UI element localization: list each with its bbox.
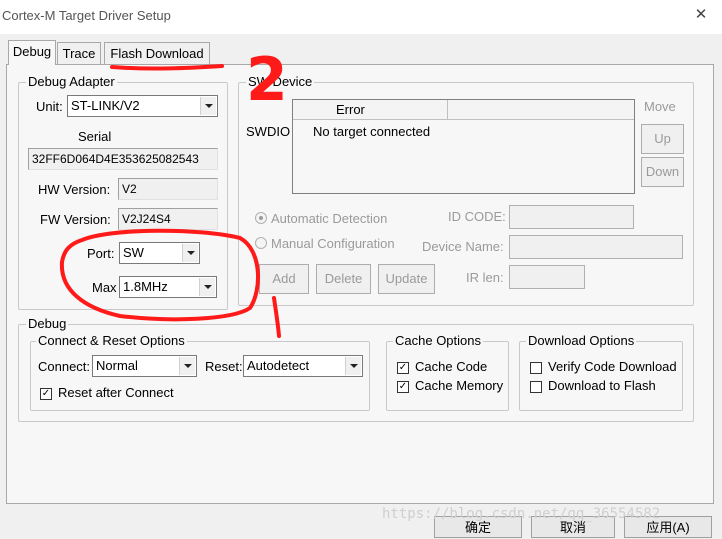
chevron-down-icon	[200, 97, 216, 115]
serial-field: 32FF6D064D4E353625082543	[28, 148, 218, 170]
max-clock-label: Max	[92, 280, 117, 295]
serial-label: Serial	[78, 129, 112, 144]
delete-button[interactable]: Delete	[316, 264, 371, 294]
serial-value: 32FF6D064D4E353625082543	[32, 152, 199, 166]
add-button[interactable]: Add	[259, 264, 309, 294]
up-button[interactable]: Up	[641, 124, 684, 154]
sw-device-label: SW Device	[246, 74, 315, 89]
reset-label: Reset:	[205, 359, 243, 374]
download-options-label: Download Options	[526, 333, 637, 348]
device-name-field[interactable]	[509, 235, 683, 259]
swdio-label: SWDIO	[246, 124, 291, 139]
connect-label: Connect:	[38, 359, 91, 374]
sw-device-table[interactable]: Error No target connected	[292, 99, 635, 194]
hw-version-label: HW Version:	[38, 182, 111, 197]
tab-debug[interactable]: Debug	[8, 40, 56, 65]
port-select[interactable]: SW	[119, 242, 200, 264]
cache-options-label: Cache Options	[393, 333, 483, 348]
reset-value: Autodetect	[247, 358, 310, 373]
id-code-field[interactable]	[509, 205, 634, 229]
reset-select[interactable]: Autodetect	[243, 355, 363, 377]
chevron-down-icon	[179, 357, 195, 375]
unit-select[interactable]: ST-LINK/V2	[67, 95, 218, 117]
reset-after-connect-label: Reset after Connect	[58, 385, 174, 400]
tab-flash-download[interactable]: Flash Download	[104, 42, 210, 64]
cache-memory-label: Cache Memory	[415, 378, 504, 393]
update-button[interactable]: Update	[378, 264, 435, 294]
device-name-label: Device Name:	[422, 239, 504, 254]
watermark: https://blog.csdn.net/qq_36554582	[382, 506, 661, 522]
ir-len-label: IR len:	[466, 270, 504, 285]
table-row[interactable]: No target connected	[313, 124, 430, 139]
close-icon[interactable]: ✕	[692, 6, 710, 24]
debug-group-label: Debug	[26, 316, 69, 331]
automatic-detection-label: Automatic Detection	[271, 211, 388, 226]
hw-version-field: V2	[118, 178, 218, 200]
chevron-down-icon	[199, 278, 215, 296]
tab-trace[interactable]: Trace	[57, 42, 101, 64]
verify-code-download-checkbox[interactable]	[530, 362, 542, 374]
download-to-flash-label: Download to Flash	[548, 378, 656, 393]
unit-value: ST-LINK/V2	[71, 98, 140, 113]
unit-label: Unit:	[36, 99, 63, 114]
window-title: Cortex-M Target Driver Setup	[2, 8, 171, 23]
connect-select[interactable]: Normal	[92, 355, 197, 377]
fw-version-value: V2J24S4	[122, 212, 171, 226]
table-header: Error	[293, 100, 634, 120]
fw-version-label: FW Version:	[40, 212, 111, 227]
connect-value: Normal	[96, 358, 138, 373]
error-column-label: Error	[336, 102, 365, 117]
chevron-down-icon	[182, 244, 198, 262]
move-label: Move	[644, 99, 676, 114]
cache-memory-checkbox[interactable]: ✓	[397, 381, 409, 393]
cache-code-label: Cache Code	[415, 359, 488, 374]
fw-version-field: V2J24S4	[118, 208, 218, 230]
cache-options-group	[386, 341, 509, 411]
down-button[interactable]: Down	[641, 157, 684, 187]
download-to-flash-checkbox[interactable]	[530, 381, 542, 393]
verify-code-download-label: Verify Code Download	[548, 359, 677, 374]
chevron-down-icon	[345, 357, 361, 375]
manual-configuration-label: Manual Configuration	[271, 236, 395, 251]
max-clock-select[interactable]: 1.8MHz	[119, 276, 217, 298]
reset-after-connect-checkbox[interactable]: ✓	[40, 388, 52, 400]
max-clock-value: 1.8MHz	[123, 279, 168, 294]
download-options-group	[519, 341, 683, 411]
id-code-label: ID CODE:	[448, 209, 506, 224]
hw-version-value: V2	[122, 182, 137, 196]
cache-code-checkbox[interactable]: ✓	[397, 362, 409, 374]
port-value: SW	[123, 245, 144, 260]
connect-reset-label: Connect & Reset Options	[36, 333, 187, 348]
port-label: Port:	[87, 246, 115, 261]
error-column-header[interactable]: Error	[307, 100, 448, 119]
debug-adapter-label: Debug Adapter	[26, 74, 117, 89]
ir-len-field[interactable]	[509, 265, 585, 289]
automatic-detection-radio[interactable]	[255, 212, 267, 224]
manual-configuration-radio[interactable]	[255, 237, 267, 249]
